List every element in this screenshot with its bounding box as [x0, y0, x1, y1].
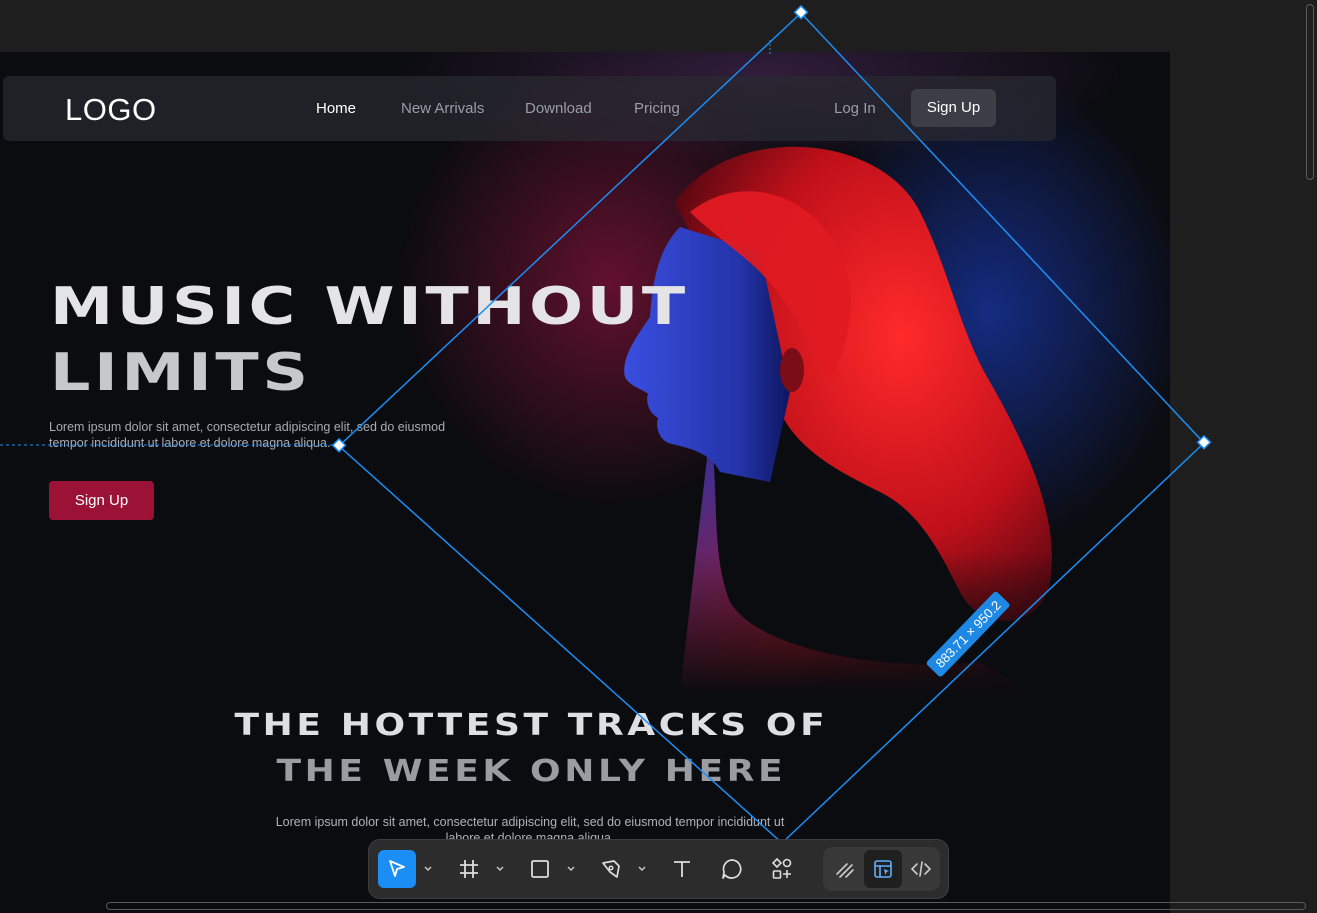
chevron-down-icon[interactable]: [423, 864, 433, 874]
hero-signup-button[interactable]: Sign Up: [49, 481, 154, 520]
bottom-toolbar: [368, 839, 949, 899]
pen-icon: [602, 860, 620, 878]
pen-tool[interactable]: [592, 850, 630, 888]
move-tool[interactable]: [378, 850, 416, 888]
navbar: LOGO Home New Arrivals Download Pricing …: [3, 76, 1056, 141]
chevron-down-icon[interactable]: [637, 864, 647, 874]
actions-tool[interactable]: [763, 850, 801, 888]
design-icon: [874, 860, 892, 878]
hero-portrait-image: [560, 132, 1120, 692]
dev-mode-icon: [910, 861, 932, 877]
text-tool[interactable]: [663, 850, 701, 888]
hero-title-line-2: LIMITS: [50, 343, 312, 403]
actions-icon: [771, 857, 792, 879]
resize-handle-right[interactable]: [1196, 434, 1212, 450]
nav-signup-button[interactable]: Sign Up: [911, 89, 996, 127]
hero-subtitle-line-1: Lorem ipsum dolor sit amet, consectetur …: [49, 420, 446, 434]
hero-subtitle-line-2: tempor incididunt ut labore et dolore ma…: [49, 436, 331, 450]
section-title-line-2: THE WEEK ONLY HERE: [0, 754, 1062, 789]
chevron-down-icon[interactable]: [566, 864, 576, 874]
frame-tool[interactable]: [450, 850, 488, 888]
logo[interactable]: LOGO: [65, 92, 157, 128]
move-icon: [389, 860, 405, 877]
draw-mode-button[interactable]: [826, 850, 864, 888]
nav-link-new-arrivals[interactable]: New Arrivals: [401, 100, 484, 117]
comment-icon: [722, 859, 742, 879]
horizontal-scrollbar[interactable]: [106, 902, 1306, 910]
nav-link-download[interactable]: Download: [525, 100, 592, 117]
comment-tool[interactable]: [713, 850, 751, 888]
section-title-line-1: THE HOTTEST TRACKS OF: [0, 708, 1062, 743]
nav-link-home[interactable]: Home: [316, 100, 356, 117]
rectangle-tool[interactable]: [521, 850, 559, 888]
chevron-down-icon[interactable]: [495, 864, 505, 874]
vertical-scrollbar[interactable]: [1306, 4, 1314, 180]
resize-handle-top[interactable]: [793, 4, 809, 20]
design-frame[interactable]: LOGO Home New Arrivals Download Pricing …: [0, 52, 1170, 913]
login-link[interactable]: Log In: [834, 100, 876, 117]
rectangle-icon: [531, 860, 549, 878]
frame-icon: [460, 860, 478, 878]
draw-icon: [836, 863, 854, 878]
hero-title-line-1: MUSIC WITHOUT: [50, 277, 689, 337]
text-icon: [674, 861, 690, 877]
section-text-line-1: Lorem ipsum dolor sit amet, consectetur …: [275, 815, 785, 829]
nav-link-pricing[interactable]: Pricing: [634, 100, 680, 117]
design-mode-button[interactable]: [864, 850, 902, 888]
dev-mode-button[interactable]: [902, 850, 940, 888]
section-title-line-1-text: THE HOTTEST TRACKS OF: [234, 708, 828, 743]
section-title-line-2-text: THE WEEK ONLY HERE: [276, 754, 786, 789]
